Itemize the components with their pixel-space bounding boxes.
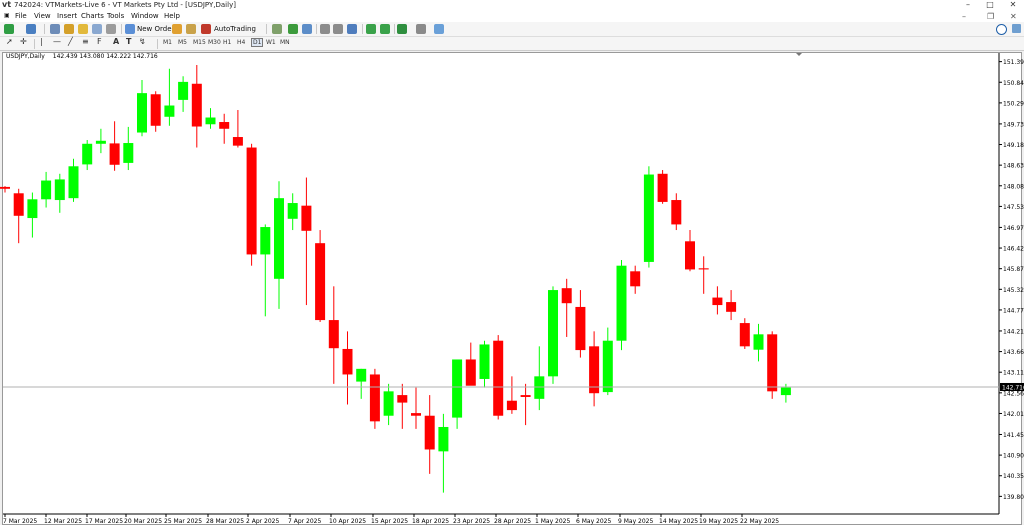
profiles-icon[interactable]: [26, 24, 36, 34]
menu-file[interactable]: File: [15, 12, 27, 20]
metaeditor-icon[interactable]: [172, 24, 182, 34]
timeframe-d1[interactable]: D1: [251, 38, 264, 47]
navigator-icon[interactable]: [78, 24, 88, 34]
zoom-out-icon[interactable]: [333, 24, 343, 34]
window-title: 742024: VTMarkets-Live 6 - VT Markets Pt…: [14, 1, 236, 9]
minimize-button[interactable]: –: [960, 0, 976, 9]
zoom-in-icon[interactable]: [320, 24, 330, 34]
text-label-icon[interactable]: T: [126, 37, 131, 46]
menu-tools[interactable]: Tools: [107, 12, 124, 20]
indicators-icon[interactable]: [397, 24, 407, 34]
new-chart-icon[interactable]: [4, 24, 14, 34]
app-logo-icon: vt: [2, 0, 12, 9]
timeframe-m15[interactable]: M15: [193, 39, 206, 46]
candlestick-chart-icon[interactable]: [288, 24, 298, 34]
trendline-icon[interactable]: ╱: [68, 37, 73, 46]
timeframe-m1[interactable]: M1: [163, 39, 172, 46]
autotrading-icon[interactable]: [201, 24, 211, 34]
new-order-icon[interactable]: [125, 24, 135, 34]
timeframe-w1[interactable]: W1: [266, 39, 276, 46]
search-icon[interactable]: [996, 24, 1007, 35]
text-icon[interactable]: A: [113, 37, 119, 46]
line-chart-icon[interactable]: [302, 24, 312, 34]
chart-shift-icon[interactable]: [366, 24, 376, 34]
new-order-button[interactable]: New Order: [137, 25, 174, 33]
tile-windows-icon[interactable]: [347, 24, 357, 34]
cursor-icon[interactable]: ➚: [6, 37, 13, 46]
horizontal-line-icon[interactable]: —: [53, 37, 61, 46]
close-button[interactable]: ✕: [1005, 0, 1021, 9]
standard-toolbar: New Order AutoTrading: [0, 22, 1024, 37]
menu-view[interactable]: View: [34, 12, 51, 20]
maximize-button[interactable]: □: [982, 0, 998, 9]
child-restore-button[interactable]: ❐: [987, 12, 994, 21]
timeframe-m5[interactable]: M5: [178, 39, 187, 46]
chart-window[interactable]: [2, 52, 1022, 525]
timeframe-h1[interactable]: H1: [223, 39, 231, 46]
vertical-line-icon[interactable]: |: [40, 37, 43, 46]
auto-scroll-icon[interactable]: [380, 24, 390, 34]
child-minimize-button[interactable]: –: [962, 12, 966, 21]
line-studies-toolbar: ➚ ✛ | — ╱ ≡ F A T ↯ M1 M5 M15 M30 H1 H4 …: [0, 37, 1024, 51]
crosshair-icon[interactable]: ✛: [20, 37, 27, 46]
templates-icon[interactable]: [434, 24, 444, 34]
data-window-icon[interactable]: [64, 24, 74, 34]
bar-chart-icon[interactable]: [272, 24, 282, 34]
fibonacci-icon[interactable]: F: [97, 37, 102, 46]
terminal-icon[interactable]: [92, 24, 102, 34]
chart-ohlc: 142.439 143.080 142.222 142.716: [52, 53, 158, 60]
menu-insert[interactable]: Insert: [57, 12, 77, 20]
menu-window[interactable]: Window: [131, 12, 159, 20]
channel-icon[interactable]: ≡: [82, 37, 89, 46]
timeframe-h4[interactable]: H4: [237, 39, 245, 46]
chat-icon[interactable]: [1012, 24, 1021, 33]
child-close-button[interactable]: ✕: [1010, 12, 1017, 21]
autotrading-button[interactable]: AutoTrading: [214, 25, 256, 33]
menu-bar: ▣ File View Insert Charts Tools Window H…: [0, 11, 1024, 22]
timeframe-mn[interactable]: MN: [280, 39, 290, 46]
menu-help[interactable]: Help: [164, 12, 180, 20]
timeframe-m30[interactable]: M30: [208, 39, 221, 46]
arrows-icon[interactable]: ↯: [139, 37, 146, 46]
chart-symbol: USDJPY,Daily: [6, 53, 45, 60]
periods-icon[interactable]: [416, 24, 426, 34]
menu-charts[interactable]: Charts: [81, 12, 104, 20]
chart-symbol-info: USDJPY,Daily 142.439 143.080 142.222 142…: [6, 53, 158, 60]
strategy-tester-icon[interactable]: [106, 24, 116, 34]
chart-window-icon[interactable]: ▣: [4, 12, 10, 19]
signals-icon[interactable]: [186, 24, 196, 34]
market-watch-icon[interactable]: [50, 24, 60, 34]
